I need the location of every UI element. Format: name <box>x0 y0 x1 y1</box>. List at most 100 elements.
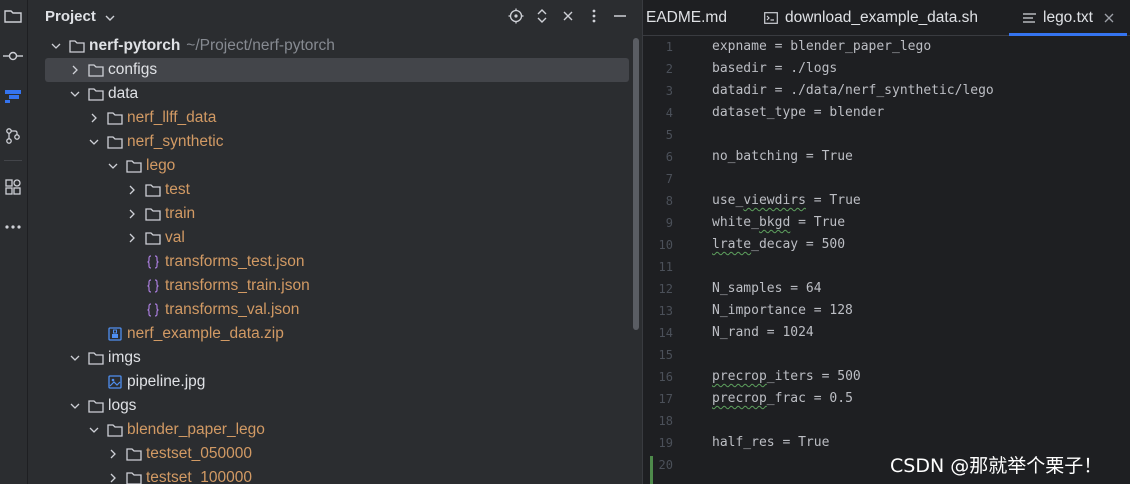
project-panel: Project nerf-pytorch ~/Project/nerf-pytor… <box>28 0 642 484</box>
line-number: 2 <box>665 62 673 76</box>
tree-item-train[interactable]: train <box>45 202 629 226</box>
tree-item-blender-paper-lego[interactable]: blender_paper_lego <box>45 418 629 442</box>
chevron-right-icon[interactable] <box>125 183 139 197</box>
tree-scrollbar[interactable] <box>633 38 639 330</box>
tree-item-label: nerf_llff_data <box>127 109 217 126</box>
code-line[interactable]: lrate_decay = 500 <box>712 237 845 252</box>
line-number: 5 <box>665 128 673 142</box>
chevron-down-icon[interactable] <box>87 423 101 437</box>
tab-label: lego.txt <box>1043 9 1093 26</box>
image-file-icon <box>107 374 123 390</box>
code-line[interactable]: N_samples = 64 <box>712 281 822 296</box>
line-number: 4 <box>665 106 673 120</box>
tree-item-imgs[interactable]: imgs <box>45 346 629 370</box>
tree-item-test[interactable]: test <box>45 178 629 202</box>
chevron-right-icon[interactable] <box>106 447 120 461</box>
folder-icon <box>145 206 161 222</box>
tree-item-nerf-llff-data[interactable]: nerf_llff_data <box>45 106 629 130</box>
tree-item-lego[interactable]: lego <box>45 154 629 178</box>
tree-item-label: train <box>165 205 196 222</box>
line-number: 6 <box>665 150 673 164</box>
panel-title[interactable]: Project <box>45 8 96 25</box>
line-number: 10 <box>658 238 673 252</box>
folder-icon[interactable] <box>2 5 24 27</box>
line-number: 9 <box>665 216 673 230</box>
chevron-down-icon[interactable] <box>68 399 82 413</box>
folder-icon <box>88 62 104 78</box>
tree-item-pipeline-jpg[interactable]: pipeline.jpg <box>45 370 629 394</box>
tree-item-configs[interactable]: configs <box>45 58 629 82</box>
tree-item-nerf-pytorch[interactable]: nerf-pytorch ~/Project/nerf-pytorch <box>45 34 629 58</box>
change-marker <box>650 456 653 484</box>
tree-item-label: configs <box>108 61 158 78</box>
json-file-icon <box>145 254 161 270</box>
tree-item-transforms-val-json[interactable]: transforms_val.json <box>45 298 629 322</box>
locate-icon[interactable] <box>508 8 524 24</box>
more-icon[interactable] <box>2 216 24 238</box>
text-file-icon <box>1021 10 1037 26</box>
commit-icon[interactable] <box>2 45 24 67</box>
chevron-down-icon[interactable] <box>105 10 115 28</box>
tree-item-transforms-train-json[interactable]: transforms_train.json <box>45 274 629 298</box>
close-icon[interactable] <box>1103 12 1115 24</box>
code-line[interactable]: precrop_frac = 0.5 <box>712 391 853 406</box>
code-line[interactable]: expname = blender_paper_lego <box>712 39 931 54</box>
tree-item-label: transforms_test.json <box>165 253 305 270</box>
more-options-icon[interactable] <box>586 8 602 24</box>
chevron-right-icon[interactable] <box>87 111 101 125</box>
chevron-right-icon[interactable] <box>125 231 139 245</box>
tree-item-testset-050000[interactable]: testset_050000 <box>45 442 629 466</box>
expand-collapse-icon[interactable] <box>534 8 550 24</box>
plugins-icon[interactable] <box>2 176 24 198</box>
tree-item-nerf-synthetic[interactable]: nerf_synthetic <box>45 130 629 154</box>
code-text: use_ <box>712 193 744 208</box>
hide-icon[interactable] <box>612 8 628 24</box>
tree-item-val[interactable]: val <box>45 226 629 250</box>
code-line[interactable]: dataset_type = blender <box>712 105 884 120</box>
tab-download-example-data[interactable]: download_example_data.sh <box>763 0 978 36</box>
code-line[interactable]: N_rand = 1024 <box>712 325 814 340</box>
chevron-down-icon[interactable] <box>68 87 82 101</box>
tree-item-label: nerf-pytorch <box>89 37 181 54</box>
tab-label: download_example_data.sh <box>785 9 979 26</box>
chevron-right-icon[interactable] <box>106 471 120 484</box>
chevron-down-icon[interactable] <box>49 39 63 53</box>
code-line[interactable]: datadir = ./data/nerf_synthetic/lego <box>712 83 994 98</box>
tree-item-transforms-test-json[interactable]: transforms_test.json <box>45 250 629 274</box>
code-text: _frac = 0.5 <box>766 391 853 406</box>
code-text: _iters = 500 <box>766 369 861 384</box>
code-line[interactable]: basedir = ./logs <box>712 61 837 76</box>
structure-icon[interactable] <box>2 85 24 107</box>
code-line[interactable]: precrop_iters = 500 <box>712 369 861 384</box>
tree-item-nerf-example-data-zip[interactable]: nerf_example_data.zip <box>45 322 629 346</box>
zip-file-icon <box>107 326 123 342</box>
folder-icon <box>107 110 123 126</box>
tab-lego-txt[interactable]: lego.txt <box>1009 0 1127 36</box>
chevron-down-icon[interactable] <box>68 351 82 365</box>
folder-icon <box>145 182 161 198</box>
tree-item-logs[interactable]: logs <box>45 394 629 418</box>
chevron-down-icon[interactable] <box>87 135 101 149</box>
code-line[interactable]: no_batching = True <box>712 149 853 164</box>
chevron-right-icon[interactable] <box>125 207 139 221</box>
tab-readme[interactable]: EADME.md <box>646 0 727 36</box>
tree-item-label: data <box>108 85 139 102</box>
tree-item-testset-100000[interactable]: testset_100000 <box>45 466 629 484</box>
chevron-down-icon[interactable] <box>106 159 120 173</box>
close-icon[interactable] <box>560 8 576 24</box>
tree-item-label: logs <box>108 397 137 414</box>
git-branch-icon[interactable] <box>2 125 24 147</box>
line-number: 14 <box>658 326 673 340</box>
tree-item-data[interactable]: data <box>45 82 629 106</box>
chevron-right-icon[interactable] <box>68 63 82 77</box>
code-line[interactable]: half_res = True <box>712 435 829 450</box>
line-number: 8 <box>665 194 673 208</box>
code-line[interactable]: use_viewdirs = True <box>712 193 861 208</box>
code-line[interactable]: N_importance = 128 <box>712 303 853 318</box>
line-number: 13 <box>658 304 673 318</box>
editor-tabs: EADME.md download_example_data.sh lego.t… <box>643 0 1130 36</box>
line-number: 19 <box>658 436 673 450</box>
tree-item-label: test <box>165 181 190 198</box>
folder-icon <box>107 422 123 438</box>
code-line[interactable]: white_bkgd = True <box>712 215 845 230</box>
